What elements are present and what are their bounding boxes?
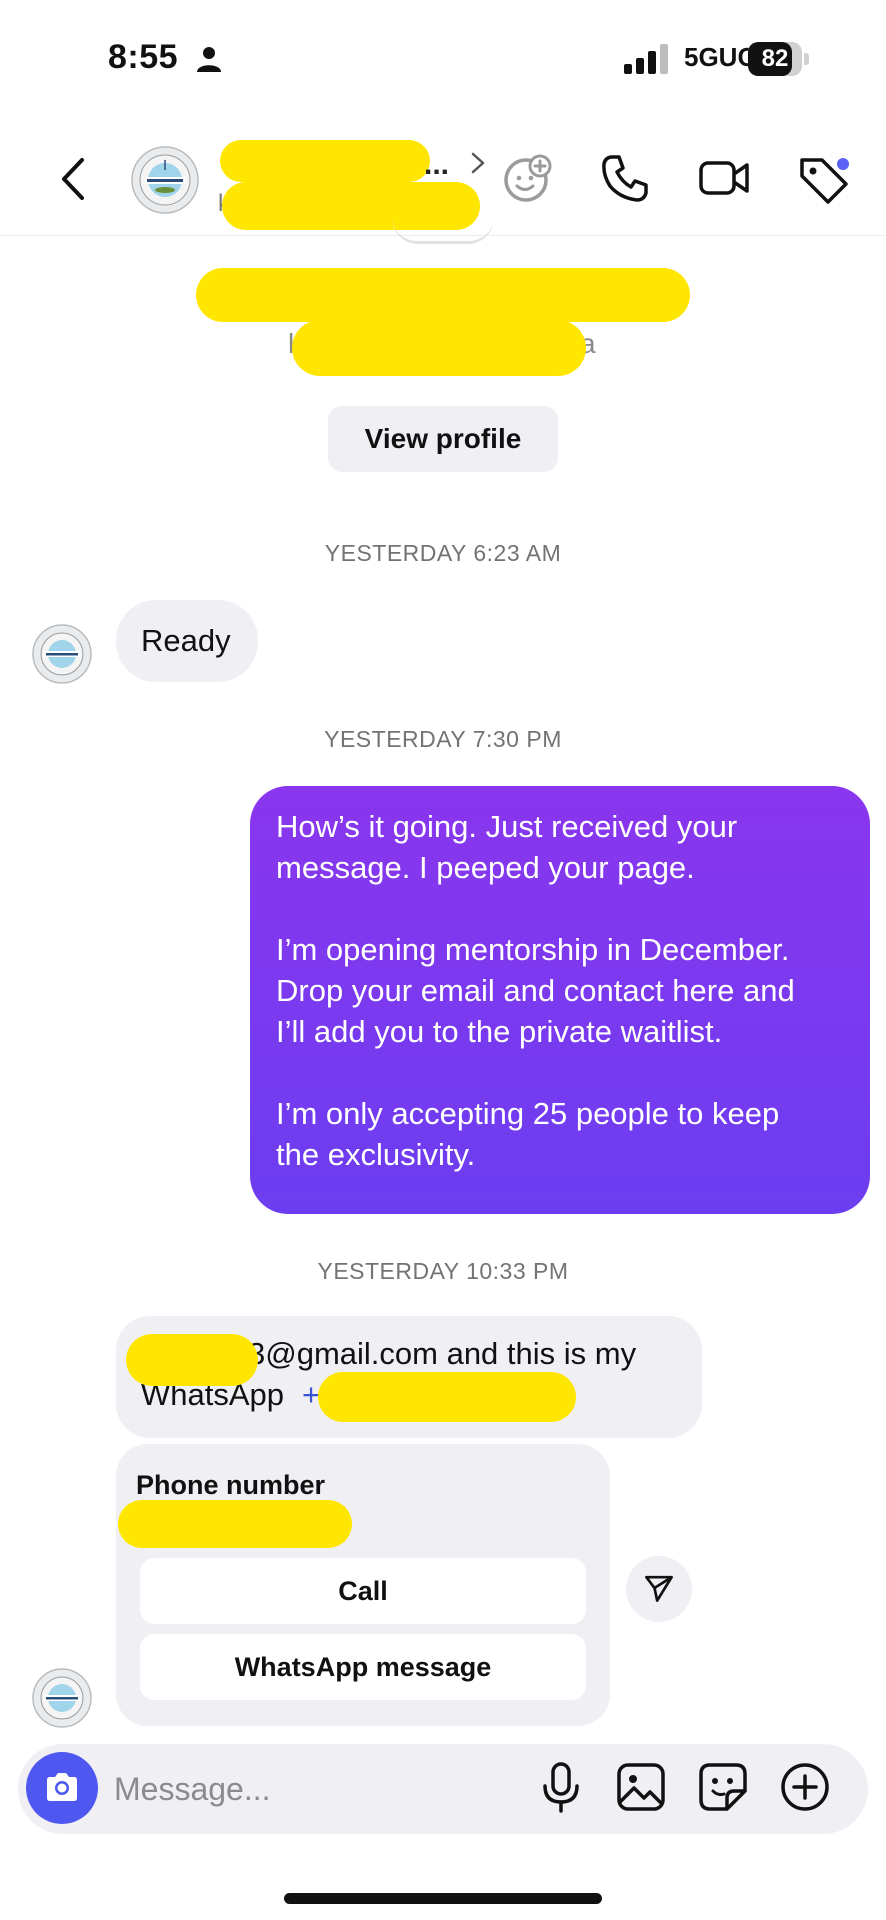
- message-line: the exclusivity.: [276, 1137, 476, 1172]
- microphone-icon[interactable]: [532, 1758, 590, 1816]
- network-type: 5GUC: [684, 42, 757, 72]
- redacted-email: [126, 1334, 258, 1386]
- camera-button[interactable]: [26, 1752, 98, 1824]
- contact-name-ellipsis: ...: [424, 148, 450, 181]
- redacted-phone-number: [118, 1500, 352, 1548]
- avatar[interactable]: [32, 624, 92, 684]
- status-time: 8:55: [108, 38, 179, 76]
- battery-icon: 82: [748, 42, 810, 76]
- message-line: message. I peeped your page.: [276, 850, 695, 885]
- signal-icon: [624, 44, 668, 74]
- sticker-icon[interactable]: [694, 1758, 752, 1816]
- redacted-profile-name: [196, 268, 690, 322]
- avatar[interactable]: [131, 146, 199, 214]
- timestamp: YESTERDAY 10:33 PM: [317, 1258, 569, 1284]
- call-button[interactable]: Call: [140, 1558, 586, 1624]
- redacted-contact-name: [220, 140, 430, 182]
- timestamp: YESTERDAY 7:30 PM: [324, 726, 562, 752]
- redacted-phone: [318, 1372, 576, 1422]
- gallery-icon[interactable]: [612, 1758, 670, 1816]
- message-text: 3@gmail.com and this is my: [248, 1336, 637, 1371]
- video-icon[interactable]: [696, 150, 752, 206]
- message-line: I’ll add you to the private waitlist.: [276, 1014, 723, 1049]
- battery-text: 82: [761, 45, 789, 72]
- camera-icon: [47, 1772, 77, 1801]
- back-icon[interactable]: [54, 154, 94, 204]
- chevron-right-icon[interactable]: [468, 150, 488, 176]
- message-line: I’m opening mentorship in December.: [276, 932, 790, 967]
- whatsapp-message-button[interactable]: WhatsApp message: [140, 1634, 586, 1700]
- effects-icon[interactable]: [500, 150, 556, 206]
- phone-card-title: Phone number: [136, 1470, 326, 1500]
- person-icon: [197, 47, 221, 72]
- add-icon[interactable]: [776, 1758, 834, 1816]
- home-indicator[interactable]: [284, 1893, 602, 1904]
- profile-avatar-edge: [392, 218, 494, 244]
- message-line: I’m only accepting 25 people to keep: [276, 1096, 780, 1131]
- outgoing-message-bubble[interactable]: How’s it going. Just received your messa…: [250, 786, 870, 1214]
- share-button[interactable]: [626, 1556, 692, 1622]
- redacted-profile-username: [292, 320, 586, 376]
- notification-badge: [835, 156, 851, 172]
- avatar[interactable]: [32, 1668, 92, 1728]
- view-profile-button[interactable]: View profile: [328, 406, 558, 472]
- message-line: Drop your email and contact here and: [276, 973, 795, 1008]
- message-line: How’s it going. Just received your: [276, 809, 738, 844]
- incoming-message-bubble[interactable]: Ready: [116, 600, 258, 682]
- phone-icon[interactable]: [597, 150, 653, 206]
- message-input[interactable]: [114, 1762, 514, 1816]
- timestamp: YESTERDAY 6:23 AM: [324, 540, 562, 566]
- send-icon: [645, 1575, 673, 1602]
- message-text: Ready: [141, 623, 231, 658]
